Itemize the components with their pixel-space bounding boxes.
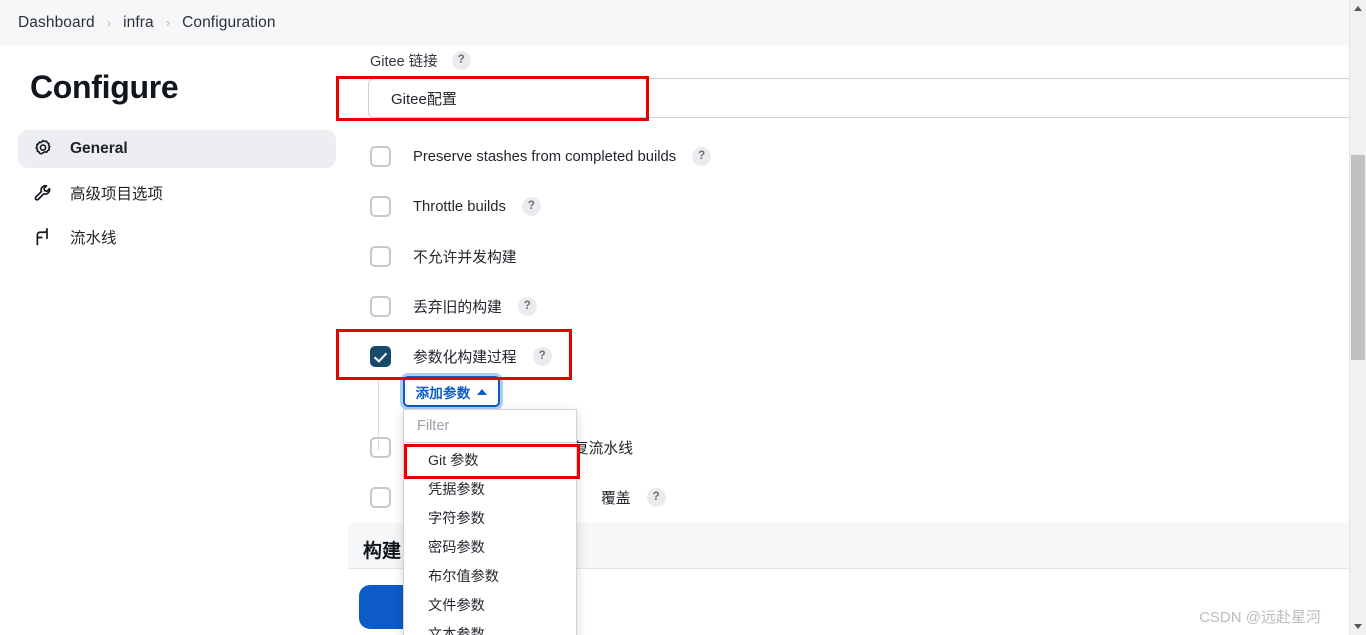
checkbox-row-preserve-stashes[interactable]: Preserve stashes from completed builds ? bbox=[370, 146, 712, 167]
throttle-builds-label: Throttle builds bbox=[413, 198, 506, 215]
build-section-title: 构建 bbox=[363, 541, 402, 562]
parameterized-build-checkbox[interactable] bbox=[370, 346, 391, 367]
sidebar-item-general-label: General bbox=[70, 140, 128, 157]
override-label: 覆盖 bbox=[601, 491, 631, 507]
scroll-up-arrow-icon[interactable] bbox=[1350, 0, 1366, 17]
dropdown-item-boolean-parameter[interactable]: 布尔值参数 bbox=[404, 563, 576, 592]
dropdown-item-password-parameter[interactable]: 密码参数 bbox=[404, 534, 576, 563]
gitee-link-label-row: Gitee 链接 ? bbox=[370, 50, 471, 71]
dropdown-item-text-parameter[interactable]: 文本参数 bbox=[404, 621, 576, 635]
checkbox-row-parameterized-build[interactable]: 参数化构建过程 ? bbox=[370, 346, 552, 367]
gitee-link-select-value: Gitee配置 bbox=[391, 90, 457, 108]
gitee-link-label: Gitee 链接 bbox=[370, 54, 438, 70]
parameter-type-list: Git 参数 凭据参数 字符参数 密码参数 布尔值参数 文件参数 文本参数 运行… bbox=[404, 443, 576, 635]
sidebar: Configure General 高级项目选项 流水线 bbox=[0, 45, 348, 635]
discard-old-builds-checkbox[interactable] bbox=[370, 296, 391, 317]
breadcrumb-item-infra[interactable]: infra bbox=[123, 14, 154, 32]
help-icon-override[interactable]: ? bbox=[646, 488, 666, 507]
page-scroll-container: GitHub 项目 Gitee 链接 ? Gitee配置 Preserve st… bbox=[0, 0, 1349, 635]
gitee-link-select[interactable]: Gitee配置 bbox=[368, 78, 1349, 118]
checkbox-row-discard-old-builds[interactable]: 丢弃旧的构建 ? bbox=[370, 296, 537, 317]
no-concurrent-builds-checkbox[interactable] bbox=[370, 246, 391, 267]
discard-old-builds-label: 丢弃旧的构建 bbox=[413, 300, 502, 316]
preserve-stashes-checkbox[interactable] bbox=[370, 146, 391, 167]
help-icon-discard-old-builds[interactable]: ? bbox=[517, 297, 537, 316]
sidebar-nav: General 高级项目选项 流水线 bbox=[0, 130, 348, 256]
sidebar-item-pipeline-label: 流水线 bbox=[70, 230, 117, 247]
checkbox-row-no-concurrent-builds[interactable]: 不允许并发构建 bbox=[370, 246, 517, 267]
sidebar-item-pipeline[interactable]: 流水线 bbox=[18, 218, 336, 256]
dropdown-item-credentials-parameter[interactable]: 凭据参数 bbox=[404, 476, 576, 505]
no-concurrent-builds-label: 不允许并发构建 bbox=[413, 250, 517, 266]
caret-up-icon bbox=[477, 388, 488, 395]
nested-indent-line bbox=[378, 378, 379, 450]
sidebar-item-advanced-options[interactable]: 高级项目选项 bbox=[18, 174, 336, 212]
parameter-filter-input[interactable] bbox=[404, 410, 576, 443]
watermark: CSDN @远赴星河 bbox=[1199, 609, 1321, 626]
breadcrumb-item-configuration[interactable]: Configuration bbox=[182, 14, 276, 32]
dropdown-item-file-parameter[interactable]: 文件参数 bbox=[404, 592, 576, 621]
dropdown-item-git-parameter[interactable]: Git 参数 bbox=[404, 447, 576, 476]
help-icon-parameterized-build[interactable]: ? bbox=[532, 347, 552, 366]
repeat-pipeline-checkbox[interactable] bbox=[370, 437, 391, 458]
breadcrumb-separator-2: › bbox=[165, 15, 171, 30]
pipeline-icon bbox=[32, 226, 54, 248]
preserve-stashes-label: Preserve stashes from completed builds bbox=[413, 148, 677, 165]
sidebar-item-advanced-options-label: 高级项目选项 bbox=[70, 186, 164, 203]
gear-icon bbox=[32, 138, 54, 160]
scrollbar-thumb[interactable] bbox=[1351, 155, 1365, 360]
page-title: Configure bbox=[30, 69, 179, 105]
scroll-down-arrow-icon[interactable] bbox=[1350, 618, 1366, 635]
throttle-builds-checkbox[interactable] bbox=[370, 196, 391, 217]
add-parameter-button[interactable]: 添加参数 bbox=[403, 376, 500, 407]
add-parameter-label: 添加参数 bbox=[415, 385, 471, 401]
breadcrumb: Dashboard › infra › Configuration bbox=[0, 0, 1349, 45]
sidebar-item-general[interactable]: General bbox=[18, 130, 336, 168]
help-icon-gitee-link[interactable]: ? bbox=[451, 51, 471, 70]
parameterized-build-label: 参数化构建过程 bbox=[413, 350, 517, 366]
breadcrumb-item-dashboard[interactable]: Dashboard bbox=[18, 14, 95, 32]
help-icon-preserve-stashes[interactable]: ? bbox=[692, 147, 712, 166]
vertical-scrollbar[interactable] bbox=[1349, 0, 1366, 635]
checkbox-row-throttle-builds[interactable]: Throttle builds ? bbox=[370, 196, 541, 217]
override-checkbox[interactable] bbox=[370, 487, 391, 508]
wrench-icon bbox=[32, 182, 54, 204]
dropdown-item-string-parameter[interactable]: 字符参数 bbox=[404, 505, 576, 534]
parameter-type-dropdown[interactable]: Git 参数 凭据参数 字符参数 密码参数 布尔值参数 文件参数 文本参数 运行… bbox=[403, 409, 577, 635]
help-icon-throttle-builds[interactable]: ? bbox=[521, 197, 541, 216]
breadcrumb-separator-1: › bbox=[106, 15, 112, 30]
